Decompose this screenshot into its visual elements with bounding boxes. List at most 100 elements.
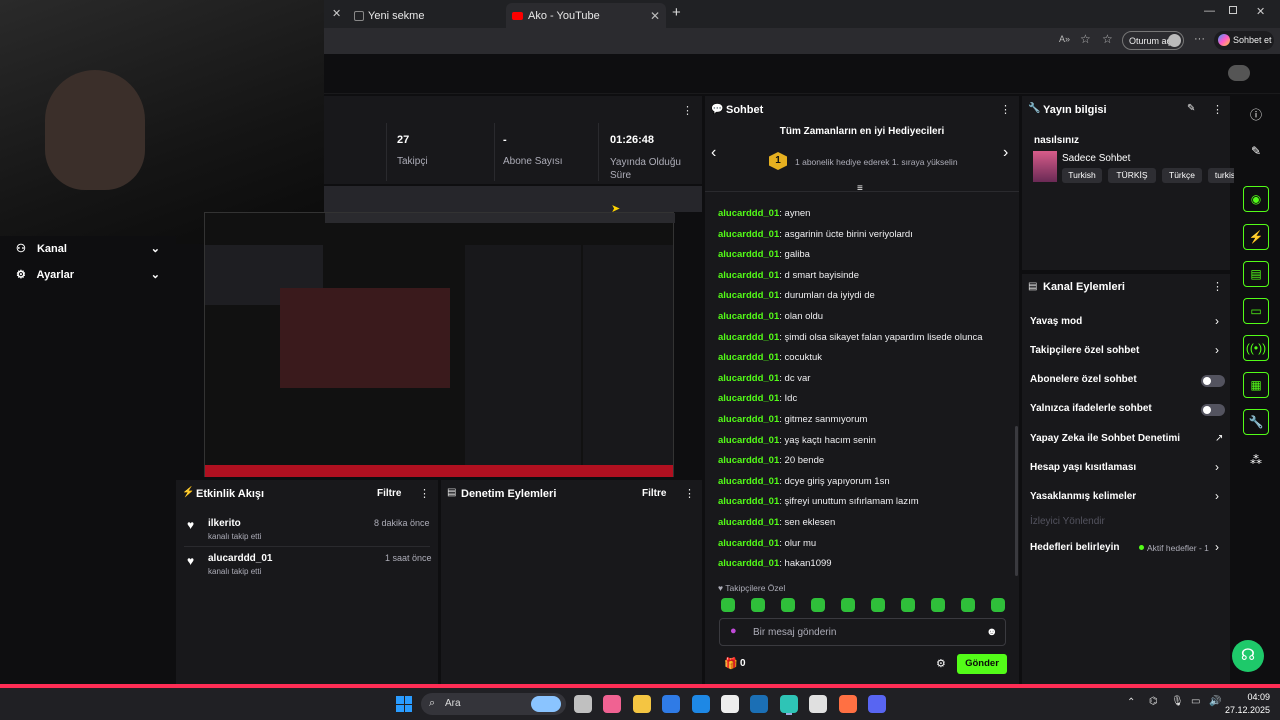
stream-preview[interactable] <box>204 212 675 477</box>
user-avatar[interactable] <box>1228 65 1250 81</box>
display-icon[interactable]: ▭ <box>1191 696 1200 707</box>
microphone-icon[interactable]: 🎙 <box>1171 696 1184 707</box>
minimize-button[interactable]: — <box>1204 5 1215 17</box>
close-tab-icon[interactable]: ✕ <box>650 9 660 23</box>
favorites-icon[interactable]: ☆ <box>1102 32 1113 46</box>
chat-username[interactable]: alucarddd_01 <box>718 393 779 404</box>
chat-username[interactable]: alucarddd_01 <box>718 229 779 240</box>
sidebar-item-kanal[interactable]: ⚇ Kanal ⌄ <box>16 242 166 256</box>
chat-bubble-icon[interactable]: ▭ <box>1243 298 1269 324</box>
emote-icon[interactable] <box>991 598 1005 612</box>
chevron-right-icon[interactable]: › <box>1215 314 1219 328</box>
wrench-icon[interactable]: 🔧 <box>1243 409 1269 435</box>
more-options-icon[interactable]: ⋮ <box>1212 280 1223 293</box>
more-options-icon[interactable]: ⋮ <box>1212 103 1223 116</box>
chat-username[interactable]: alucarddd_01 <box>718 352 779 363</box>
activity-filter-button[interactable]: Filtre <box>377 488 401 499</box>
help-headset-icon[interactable]: ☊ <box>1232 640 1264 672</box>
more-options-icon[interactable]: ⋮ <box>419 487 430 500</box>
chevron-left-icon[interactable]: ‹ <box>711 144 716 162</box>
camera-icon[interactable]: ◉ <box>1243 186 1269 212</box>
file-explorer-icon[interactable] <box>574 695 592 713</box>
chat-username[interactable]: alucarddd_01 <box>718 270 779 281</box>
more-options-icon[interactable]: ⋮ <box>1000 103 1011 116</box>
chat-username[interactable]: alucarddd_01 <box>718 208 779 219</box>
stream-tag[interactable]: Turkish <box>1062 168 1102 183</box>
event-user[interactable]: ilkerito <box>208 518 241 529</box>
volume-icon[interactable]: 🔊 <box>1209 696 1221 707</box>
emote-icon[interactable] <box>961 598 975 612</box>
broadcast-icon[interactable]: ((•)) <box>1243 335 1269 361</box>
favorite-star-icon[interactable]: ☆ <box>1080 32 1091 46</box>
close-window-button[interactable]: ✕ <box>1256 5 1265 18</box>
chat-username[interactable]: alucarddd_01 <box>718 517 779 528</box>
windows-start-icon[interactable] <box>396 696 412 712</box>
microsoft-store-icon[interactable] <box>662 695 681 713</box>
taskbar-search[interactable]: ⌕ Ara <box>421 693 566 715</box>
game-icon[interactable] <box>838 695 857 713</box>
emote-icon[interactable] <box>931 598 945 612</box>
github-icon[interactable] <box>721 695 739 713</box>
more-options-icon[interactable]: ⋮ <box>684 487 695 500</box>
external-link-icon[interactable]: ↗ <box>1215 433 1223 444</box>
emote-icon[interactable] <box>841 598 855 612</box>
new-tab-button[interactable]: + <box>672 4 681 21</box>
emote-icon[interactable] <box>721 598 735 612</box>
send-button[interactable]: Gönder <box>957 654 1007 674</box>
edit-pencil-icon[interactable]: ✎ <box>1187 103 1195 114</box>
microphone-icon[interactable]: ● <box>730 625 737 637</box>
category-name[interactable]: Sadece Sohbet <box>1062 153 1130 164</box>
emote-icon[interactable] <box>781 598 795 612</box>
chevron-right-icon[interactable]: › <box>1215 489 1219 503</box>
emote-icon[interactable] <box>751 598 765 612</box>
signin-button[interactable]: Oturum aç <box>1122 31 1184 50</box>
layout-icon[interactable]: ▦ <box>1243 372 1269 398</box>
emote-icon[interactable] <box>871 598 885 612</box>
maximize-button[interactable] <box>1229 6 1237 14</box>
emote-icon[interactable] <box>901 598 915 612</box>
clock-time[interactable]: 04:09 <box>1240 692 1270 702</box>
toggle-switch[interactable] <box>1201 375 1225 387</box>
settings-icon[interactable] <box>809 695 828 713</box>
more-options-icon[interactable]: ⋮ <box>682 104 693 117</box>
close-icon[interactable]: ✕ <box>332 7 341 20</box>
outlook-icon[interactable] <box>691 695 710 713</box>
chat-username[interactable]: alucarddd_01 <box>718 311 779 322</box>
chat-username[interactable]: alucarddd_01 <box>718 496 779 507</box>
event-user[interactable]: alucarddd_01 <box>208 553 272 564</box>
sidebar-item-ayarlar[interactable]: ⚙ Ayarlar ⌄ <box>16 268 166 282</box>
chevron-right-icon[interactable]: › <box>1003 144 1008 162</box>
chevron-up-icon[interactable]: ⌃ <box>1127 697 1135 708</box>
emote-icon[interactable] <box>811 598 825 612</box>
edit-pencil-icon[interactable]: ✎ <box>1243 138 1269 164</box>
emoji-icon[interactable]: ☻ <box>986 626 998 638</box>
chat-username[interactable]: alucarddd_01 <box>718 435 779 446</box>
store-icon[interactable] <box>603 695 622 713</box>
copilot-button[interactable]: Sohbet et <box>1214 31 1274 50</box>
chevron-right-icon[interactable]: › <box>1215 343 1219 357</box>
stream-tag[interactable]: Türkçe <box>1162 168 1202 183</box>
chat-username[interactable]: alucarddd_01 <box>718 332 779 343</box>
more-menu-icon[interactable]: ··· <box>1194 33 1205 45</box>
read-aloud-icon[interactable]: A» <box>1059 34 1070 44</box>
network-icon[interactable]: ⌬ <box>1149 696 1158 707</box>
chat-username[interactable]: alucarddd_01 <box>718 476 779 487</box>
chat-username[interactable]: alucarddd_01 <box>718 538 779 549</box>
lightning-icon[interactable]: ⚡ <box>1243 224 1269 250</box>
folder-icon[interactable] <box>632 695 651 713</box>
tab-youtube[interactable]: Ako - YouTube ✕ <box>506 3 666 28</box>
stream-tag[interactable]: TÜRKİŞ <box>1108 168 1156 183</box>
chevron-right-icon[interactable]: › <box>1215 540 1219 554</box>
address-bar[interactable]: A» ☆ ☆ Oturum aç ··· Sohbet et <box>324 28 1280 54</box>
chat-username[interactable]: alucarddd_01 <box>718 414 779 425</box>
chat-username[interactable]: alucarddd_01 <box>718 249 779 260</box>
chat-input[interactable]: ● Bir mesaj gönderin ☻ <box>719 618 1006 646</box>
pin-icon[interactable]: ≡ <box>857 183 863 194</box>
steam-icon[interactable] <box>750 695 769 713</box>
chat-username[interactable]: alucarddd_01 <box>718 558 779 569</box>
gift-icon[interactable]: 🎁 <box>724 657 738 670</box>
share-nodes-icon[interactable]: ⁂ <box>1243 447 1269 473</box>
chat-username[interactable]: alucarddd_01 <box>718 373 779 384</box>
moderation-filter-button[interactable]: Filtre <box>642 488 666 499</box>
chat-scrollbar[interactable] <box>1015 426 1018 576</box>
